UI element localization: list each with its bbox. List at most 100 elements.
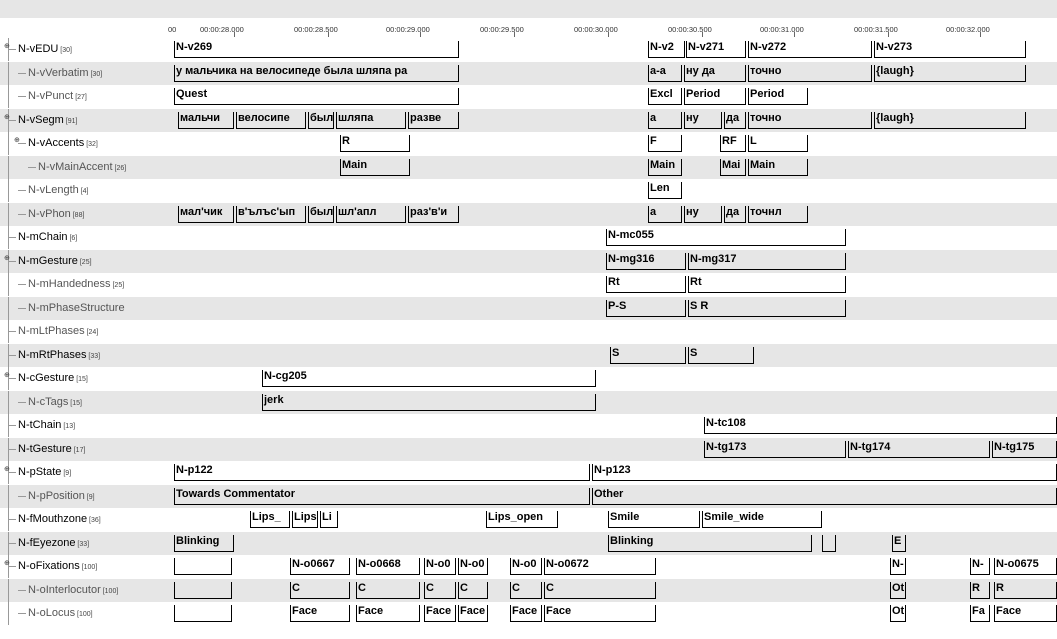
- tier-row-N-mRtPhases[interactable]: N-mRtPhases [33] S S: [0, 343, 1057, 367]
- annotation-segment[interactable]: Towards Commentator: [174, 486, 590, 506]
- annotation-segment[interactable]: N-v2: [648, 39, 685, 59]
- tier-row-N-vMainAccent[interactable]: N-vMainAccent [26] Main Main Mai Main: [0, 155, 1057, 179]
- annotation-segment[interactable]: N-v273: [874, 39, 1026, 59]
- tier-name[interactable]: N-pPosition [9]: [28, 490, 95, 502]
- tier-row-N-vSegm[interactable]: ⊕ N-vSegm [91] мальчи велосипе был шляпа разве…: [0, 108, 1057, 132]
- annotation-segment[interactable]: Ot: [890, 603, 906, 623]
- tier-name[interactable]: N-oFixations [100]: [18, 560, 97, 572]
- annotation-segment[interactable]: N-tg175: [992, 439, 1057, 459]
- tier-name[interactable]: N-oInterlocutor [100]: [28, 584, 118, 596]
- annotation-segment[interactable]: N-mc055: [606, 227, 846, 247]
- annotation-segment[interactable]: да: [724, 110, 746, 130]
- annotation-segment[interactable]: [822, 533, 836, 553]
- expand-toggle-icon[interactable]: ⊕: [4, 255, 10, 262]
- tier-row-N-vVerbatim[interactable]: N-vVerbatim [30] у мальчика на велосипеде…: [0, 61, 1057, 85]
- annotation-segment[interactable]: точно: [748, 110, 872, 130]
- annotation-segment[interactable]: Other: [592, 486, 1057, 506]
- annotation-segment[interactable]: N-tc108: [704, 415, 1057, 435]
- tier-name[interactable]: N-vPunct [27]: [28, 90, 87, 102]
- annotation-segment[interactable]: Lips_open: [486, 509, 558, 529]
- annotation-segment[interactable]: Face: [356, 603, 420, 623]
- annotation-segment[interactable]: N-: [970, 556, 990, 576]
- annotation-segment[interactable]: Mai: [720, 157, 746, 177]
- tier-row-N-oFixations[interactable]: ⊕ N-oFixations [100] N-o0667 N-o0668 N-o0 N-o…: [0, 555, 1057, 578]
- time-ruler[interactable]: 00 00:00:28.000 00:00:28.500 00:00:29.000 00…: [0, 18, 1057, 38]
- annotation-segment[interactable]: Excl: [648, 86, 682, 106]
- annotation-segment[interactable]: F: [648, 133, 682, 153]
- tier-row-N-fMouthzone[interactable]: N-fMouthzone [36] Lips_ Lips Li Lips_open Smi…: [0, 508, 1057, 531]
- annotation-segment[interactable]: C: [510, 580, 542, 600]
- tier-row-N-mGesture[interactable]: ⊕ N-mGesture [25] N-mg316 N-mg317: [0, 249, 1057, 273]
- tier-row-N-vLength[interactable]: N-vLength [4] Len: [0, 179, 1057, 202]
- annotation-segment[interactable]: Blinking: [174, 533, 234, 553]
- annotation-segment[interactable]: N-cg205: [262, 368, 596, 388]
- annotation-segment[interactable]: Blinking: [608, 533, 812, 553]
- annotation-segment[interactable]: C: [290, 580, 350, 600]
- annotation-segment[interactable]: Fa: [970, 603, 990, 623]
- expand-toggle-icon[interactable]: ⊕: [4, 466, 10, 473]
- annotation-segment[interactable]: мальчи: [178, 110, 234, 130]
- annotation-segment[interactable]: N-o0667: [290, 556, 350, 576]
- annotation-segment[interactable]: N-p122: [174, 462, 590, 482]
- expand-toggle-icon[interactable]: ⊕: [4, 43, 10, 50]
- tier-row-N-fEyezone[interactable]: N-fEyezone [33] Blinking Blinking E: [0, 531, 1057, 555]
- annotation-segment[interactable]: ну да: [684, 63, 746, 83]
- annotation-segment[interactable]: R: [340, 133, 410, 153]
- expand-toggle-icon[interactable]: ⊕: [14, 137, 20, 144]
- annotation-segment[interactable]: S R: [688, 298, 846, 318]
- tier-row-N-pPosition[interactable]: N-pPosition [9] Towards Commentator Other: [0, 484, 1057, 508]
- tier-row-N-mPhaseStructure[interactable]: N-mPhaseStructure P-S S R: [0, 296, 1057, 320]
- annotation-segment[interactable]: N-o0: [510, 556, 542, 576]
- tier-row-N-cGesture[interactable]: ⊕ N-cGesture [15] N-cg205: [0, 367, 1057, 390]
- annotation-segment[interactable]: S: [688, 345, 754, 365]
- expand-toggle-icon[interactable]: ⊕: [4, 560, 10, 567]
- annotation-segment[interactable]: точно: [748, 63, 872, 83]
- annotation-segment[interactable]: Face: [458, 603, 488, 623]
- tier-row-N-oLocus[interactable]: N-oLocus [100] Face Face Face Face Face Face Ot…: [0, 602, 1057, 625]
- annotation-segment[interactable]: в'ълъс'ып: [236, 204, 306, 224]
- annotation-segment[interactable]: [174, 603, 232, 623]
- annotation-segment[interactable]: N-o0: [424, 556, 456, 576]
- annotation-segment[interactable]: L: [748, 133, 808, 153]
- annotation-segment[interactable]: {laugh}: [874, 63, 1026, 83]
- tier-name[interactable]: N-vAccents [32]: [28, 137, 98, 149]
- annotation-segment[interactable]: разве: [408, 110, 459, 130]
- annotation-segment[interactable]: Period: [684, 86, 746, 106]
- annotation-segment[interactable]: Li: [320, 509, 338, 529]
- annotation-segment[interactable]: да: [724, 204, 746, 224]
- annotation-segment[interactable]: C: [544, 580, 656, 600]
- annotation-segment[interactable]: Smile: [608, 509, 700, 529]
- annotation-segment[interactable]: шляпа: [336, 110, 406, 130]
- annotation-segment[interactable]: N-v272: [748, 39, 872, 59]
- annotation-segment[interactable]: Len: [648, 180, 682, 200]
- annotation-segment[interactable]: C: [458, 580, 488, 600]
- annotation-segment[interactable]: P-S: [606, 298, 686, 318]
- annotation-segment[interactable]: мал'чик: [178, 204, 234, 224]
- annotation-segment[interactable]: Main: [648, 157, 682, 177]
- tier-row-N-vPhon[interactable]: N-vPhon [88] мал'чик в'ълъс'ып был шл'апл раз…: [0, 202, 1057, 226]
- tier-name[interactable]: N-fEyezone [33]: [18, 537, 89, 549]
- tier-name[interactable]: N-vLength [4]: [28, 184, 89, 196]
- tier-name[interactable]: N-tChain [13]: [18, 419, 75, 431]
- annotation-segment[interactable]: S: [610, 345, 686, 365]
- annotation-segment[interactable]: N-o0675: [994, 556, 1057, 576]
- tier-name[interactable]: N-vPhon [88]: [28, 208, 84, 220]
- annotation-segment[interactable]: Rt: [606, 274, 686, 294]
- tier-row-N-tChain[interactable]: N-tChain [13] N-tc108: [0, 414, 1057, 437]
- annotation-segment[interactable]: Face: [544, 603, 656, 623]
- annotation-segment[interactable]: [174, 556, 232, 576]
- tier-name[interactable]: N-vMainAccent [26]: [38, 161, 126, 173]
- annotation-segment[interactable]: [174, 580, 232, 600]
- annotation-segment[interactable]: {laugh}: [874, 110, 1026, 130]
- annotation-segment[interactable]: был: [308, 110, 334, 130]
- annotation-segment[interactable]: R: [970, 580, 990, 600]
- annotation-segment[interactable]: N-o0672: [544, 556, 656, 576]
- annotation-segment[interactable]: N-mg316: [606, 251, 686, 271]
- tier-row-N-vEDU[interactable]: ⊕ N-vEDU [30] N-v269 N-v2 N-v271 N-v272 N-v273: [0, 38, 1057, 61]
- tier-name[interactable]: N-oLocus [100]: [28, 607, 93, 619]
- annotation-segment[interactable]: Main: [340, 157, 410, 177]
- annotation-segment[interactable]: ну: [684, 110, 722, 130]
- annotation-segment[interactable]: N-tg174: [848, 439, 990, 459]
- annotation-segment[interactable]: Ot: [890, 580, 906, 600]
- annotation-segment[interactable]: Main: [748, 157, 808, 177]
